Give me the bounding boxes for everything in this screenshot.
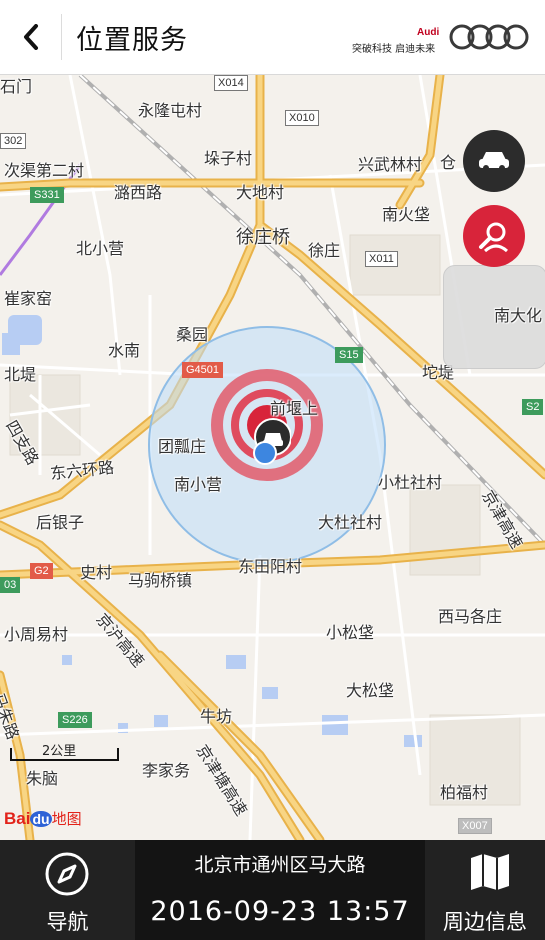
place-label: 柏福村 — [440, 783, 489, 802]
baidu-map-logo: Bai du 地图 — [4, 809, 82, 828]
place-label: 大地村 — [236, 183, 285, 202]
place-label: 石门 — [0, 77, 33, 96]
place-label: 牛坊 — [200, 707, 233, 726]
place-label: 大松垡 — [346, 681, 395, 700]
place-label: 水南 — [108, 341, 141, 360]
compass-icon — [45, 852, 89, 896]
place-label: 大杜社村 — [318, 513, 383, 532]
road-label: 潞西路 — [114, 183, 163, 202]
road-shield: S2 — [522, 399, 544, 415]
place-label: 东田阳村 — [238, 557, 303, 576]
brand-name: Audi — [417, 27, 440, 38]
scale-bar — [10, 748, 119, 761]
nearby-info-button[interactable]: 周边信息 — [425, 840, 545, 940]
nearby-info-label: 周边信息 — [443, 910, 527, 934]
place-label: 马驹桥镇 — [128, 571, 193, 590]
place-label: 南大化 — [494, 306, 543, 325]
car-location-marker-icon[interactable] — [247, 405, 291, 471]
current-address: 北京市通州区马大路 — [194, 854, 366, 876]
place-label: 小杜社村 — [378, 473, 443, 492]
road-shield: S331 — [30, 187, 64, 203]
place-label: 北堤 — [4, 365, 37, 384]
place-label: 桑园 — [176, 325, 209, 344]
map-view[interactable]: X014 X010 302 S331 X011 G4501 S15 S2 G2 … — [0, 75, 545, 840]
road-shield: X010 — [285, 110, 319, 126]
place-label: 李家务 — [142, 761, 191, 780]
road-shield: S15 — [335, 347, 363, 363]
street-view-thumbnail[interactable]: 南大化 — [443, 265, 545, 369]
audi-rings-logo — [449, 24, 529, 50]
car-locate-button[interactable] — [463, 130, 525, 192]
navigate-button[interactable]: 导航 — [0, 840, 135, 940]
chevron-left-icon — [24, 24, 38, 50]
navigate-label: 导航 — [46, 910, 89, 934]
brand-slogan: 突破科技 启迪未来 — [352, 44, 436, 55]
app-header: 位置服务 Audi 突破科技 启迪未来 — [0, 0, 545, 75]
road-shield: X007 — [458, 818, 492, 834]
map-icon — [471, 854, 509, 890]
bottom-bar: 导航 北京市通州区马大路 2016-09-23 13:57 周边信息 — [0, 840, 545, 940]
place-label: 西马各庄 — [438, 607, 503, 626]
place-label: 崔家窑 — [4, 289, 53, 308]
place-label: 次渠第二村 — [4, 161, 85, 180]
place-label: 北小营 — [76, 239, 125, 258]
place-label: 兴武林村 — [358, 155, 423, 174]
place-label: 南火垡 — [382, 205, 431, 224]
back-button[interactable] — [14, 20, 48, 54]
road-shield: G4501 — [182, 362, 224, 378]
road-shield: 302 — [0, 133, 27, 149]
person-search-button[interactable] — [463, 205, 525, 267]
place-label: 朱脑 — [26, 769, 59, 788]
location-datetime: 2016-09-23 13:57 — [150, 896, 410, 927]
person-search-icon — [479, 222, 509, 253]
road-shield: X011 — [365, 251, 398, 267]
place-label: 仓 — [440, 153, 457, 172]
place-label: 垛子村 — [204, 149, 253, 168]
place-label: 史村 — [80, 563, 113, 582]
page-title: 位置服务 — [76, 25, 188, 56]
road-shield: X014 — [214, 75, 248, 91]
road-shield: G2 — [30, 563, 53, 579]
place-label: 永隆屯村 — [138, 101, 203, 120]
road-shield: 03 — [0, 577, 21, 593]
place-label: 徐庄桥 — [236, 227, 290, 248]
place-label: 小松垡 — [326, 623, 375, 642]
place-label: 后银子 — [36, 513, 85, 532]
place-label: 南小营 — [174, 475, 223, 494]
place-label: 徐庄 — [308, 241, 341, 260]
header-divider — [61, 14, 62, 60]
car-icon — [479, 152, 509, 171]
place-label: 团瓢庄 — [158, 437, 207, 456]
place-label: 小周易村 — [4, 625, 69, 644]
road-shield: S226 — [58, 712, 92, 728]
